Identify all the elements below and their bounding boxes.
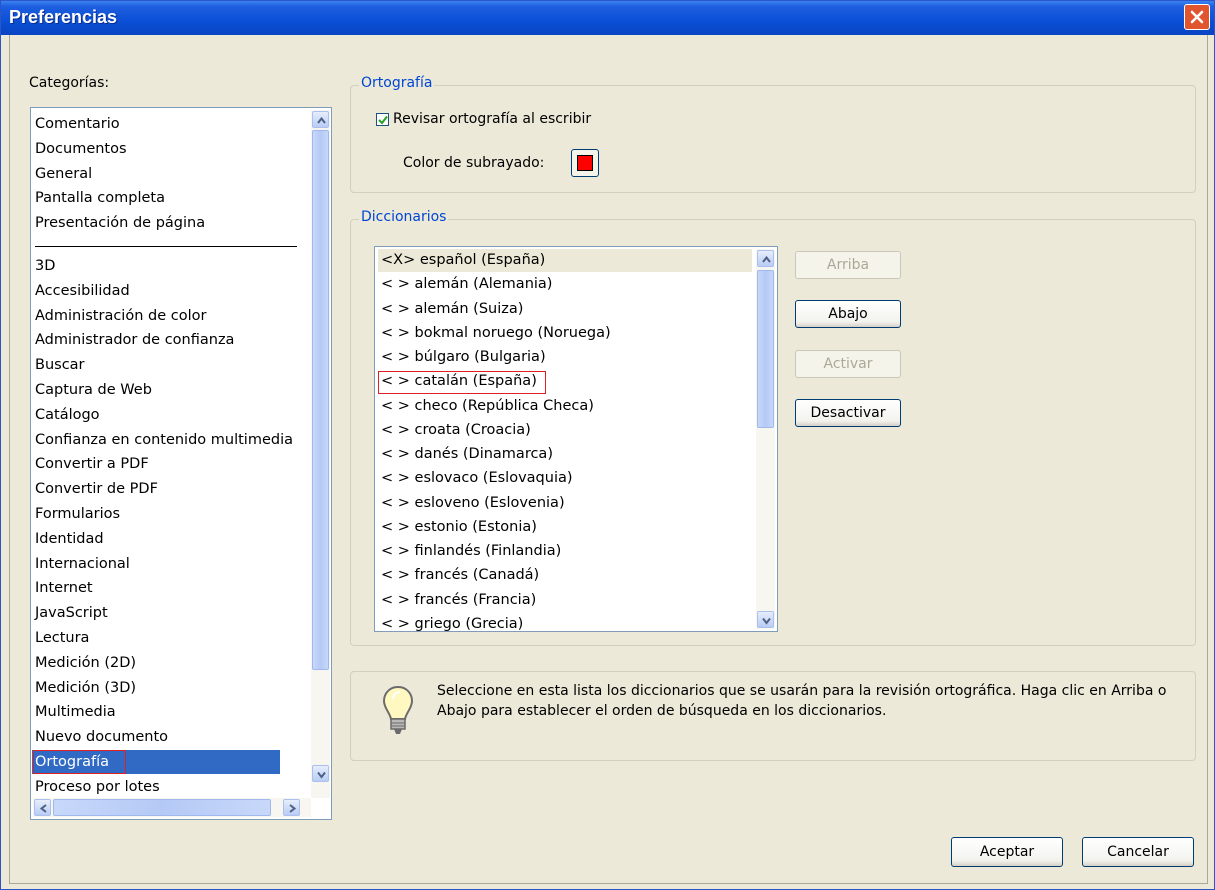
dictionaries-list[interactable]: <X> español (España) < > alemán (Alemania… [374,246,778,632]
dialog-content: Categorías: Comentario Documentos General P… [9,35,1208,884]
dictionary-item[interactable]: < > eslovaco (Eslovaquia) [378,467,752,490]
highlight-ortografia [33,750,126,774]
title-bar[interactable]: Preferencias [1,1,1214,35]
chevron-up-icon [317,116,326,124]
category-item[interactable]: Confianza en contenido multimedia [35,428,293,452]
chevron-down-icon [317,771,326,779]
spelling-group [350,85,1196,193]
dictionary-item[interactable]: < > alemán (Alemania) [378,273,752,296]
category-item[interactable]: General [35,162,92,186]
close-icon [1190,10,1204,24]
category-item[interactable]: Internacional [35,552,130,576]
category-item[interactable]: Convertir a PDF [35,452,149,476]
scroll-right-button[interactable] [283,799,300,816]
chevron-up-icon [762,255,771,263]
check-spelling-label[interactable]: Revisar ortografía al escribir [393,111,591,127]
checkmark-icon [378,115,388,125]
category-item[interactable]: 3D [35,254,55,278]
category-item[interactable]: Catálogo [35,403,100,427]
preferences-dialog: Preferencias Categorías: Comentario Docum… [0,0,1215,890]
lightbulb-icon [382,685,414,734]
dict-scroll-thumb[interactable] [757,270,774,428]
window-title: Preferencias [9,7,118,27]
dictionary-item[interactable]: < > checo (República Checa) [378,395,752,418]
scroll-thumb[interactable] [312,130,329,670]
category-item[interactable]: Pantalla completa [35,186,165,210]
accept-button[interactable]: Aceptar [951,837,1063,867]
category-item[interactable]: JavaScript [35,601,108,625]
category-item[interactable]: Formularios [35,502,120,526]
dictionary-item[interactable]: < > alemán (Suiza) [378,298,752,321]
dictionary-item[interactable]: < > francés (Canadá) [378,564,752,587]
scroll-up-button[interactable] [312,111,329,128]
dictionaries-group-title: Diccionarios [359,209,449,225]
chevron-right-icon [289,804,297,813]
category-item[interactable]: Administración de color [35,304,206,328]
category-item[interactable]: Accesibilidad [35,279,130,303]
underline-color-swatch [577,155,593,171]
categories-label: Categorías: [29,75,110,91]
category-item[interactable]: Presentación de página [35,211,205,235]
scroll-left-button[interactable] [34,799,51,816]
categories-vscrollbar[interactable] [311,110,330,798]
category-item[interactable]: Buscar [35,353,85,377]
category-item[interactable]: Internet [35,576,93,600]
dictionary-item[interactable]: <X> español (España) [378,249,752,272]
dictionary-item[interactable]: < > bokmal noruego (Noruega) [378,322,752,345]
down-button[interactable]: Abajo [795,300,901,328]
underline-color-button[interactable] [571,149,599,177]
activate-button[interactable]: Activar [795,350,901,378]
spelling-group-title: Ortografía [359,75,435,91]
list-separator [35,246,297,247]
dictionary-item[interactable]: < > estonio (Estonia) [378,516,752,539]
dictionaries-vscrollbar[interactable] [756,249,775,629]
category-item[interactable]: Documentos [35,137,127,161]
close-button[interactable] [1184,4,1210,30]
category-item[interactable]: Identidad [35,527,104,551]
dict-scroll-down-button[interactable] [757,611,774,628]
scroll-down-button[interactable] [312,765,329,782]
category-item[interactable]: Comentario [35,112,120,136]
highlight-catalan [378,371,546,394]
category-item[interactable]: Lectura [35,626,89,650]
category-item[interactable]: Medición (3D) [35,676,136,700]
dictionary-item[interactable]: < > esloveno (Eslovenia) [378,492,752,515]
chevron-down-icon [762,617,771,625]
categories-list[interactable]: Comentario Documentos General Pantalla comp… [30,107,332,820]
up-button[interactable]: Arriba [795,251,901,279]
dictionary-item[interactable]: < > griego (Grecia) [378,613,752,631]
underline-color-label: Color de subrayado: [403,155,545,171]
category-item[interactable]: Captura de Web [35,378,152,402]
dictionary-item[interactable]: < > danés (Dinamarca) [378,443,752,466]
dictionary-item[interactable]: < > finlandés (Finlandia) [378,540,752,563]
info-text: Seleccione en esta lista los diccionario… [437,683,1167,719]
dict-scroll-up-button[interactable] [757,250,774,267]
check-spelling-checkbox[interactable] [376,113,389,126]
category-item[interactable]: Proceso por lotes [35,775,160,799]
chevron-left-icon [39,804,47,813]
categories-hscrollbar[interactable] [33,798,311,817]
category-item[interactable]: Multimedia [35,700,116,724]
category-item[interactable]: Administrador de confianza [35,328,234,352]
hscroll-thumb[interactable] [53,799,271,816]
cancel-button[interactable]: Cancelar [1082,837,1194,867]
dictionary-item[interactable]: < > búlgaro (Bulgaria) [378,346,752,369]
deactivate-button[interactable]: Desactivar [795,399,901,427]
dictionary-item[interactable]: < > croata (Croacia) [378,419,752,442]
category-item[interactable]: Nuevo documento [35,725,168,749]
category-item[interactable]: Medición (2D) [35,651,136,675]
dictionary-item[interactable]: < > francés (Francia) [378,589,752,612]
category-item[interactable]: Convertir de PDF [35,477,158,501]
